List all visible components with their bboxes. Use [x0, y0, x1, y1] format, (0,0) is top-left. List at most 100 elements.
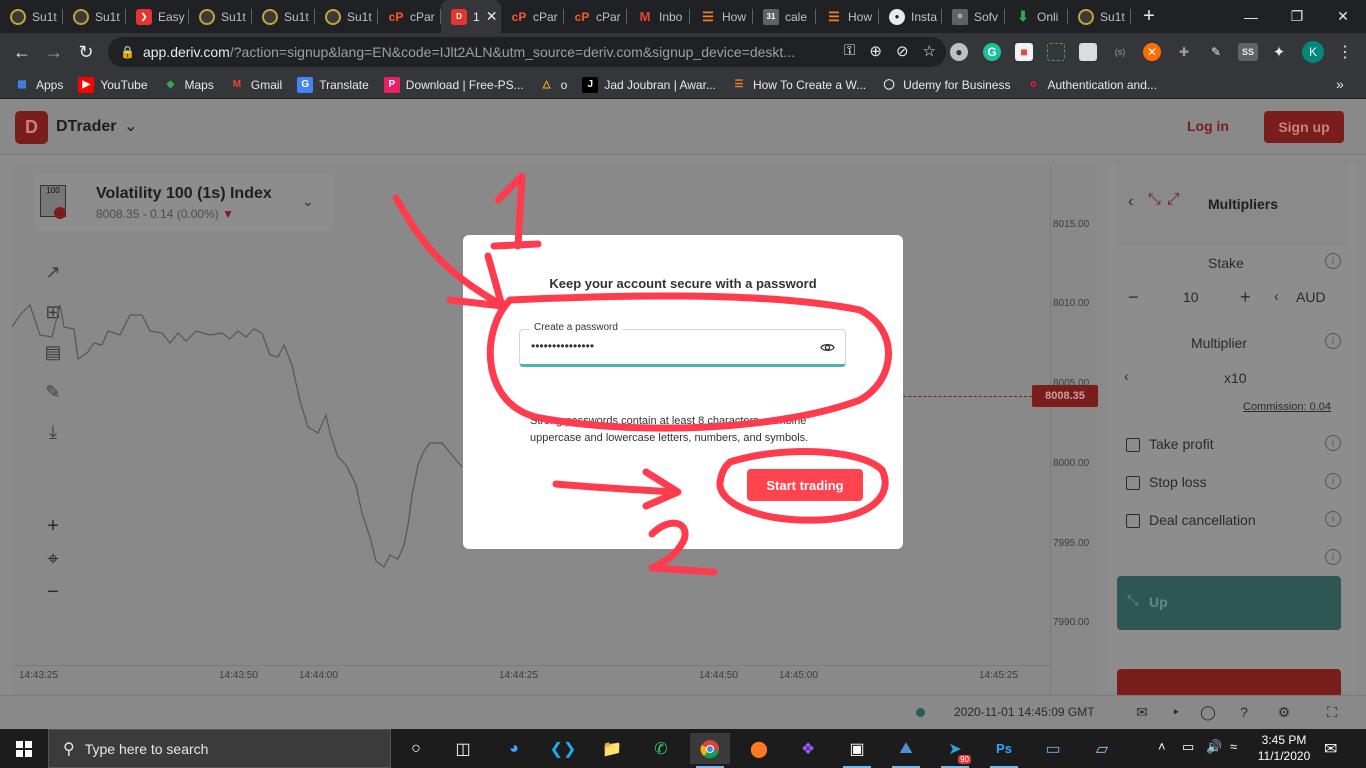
info-icon[interactable]: i [1325, 435, 1341, 451]
browser-tab[interactable]: ❯ Easy [126, 0, 189, 33]
browser-tab[interactable]: Su1t [252, 0, 315, 33]
deal-cancellation-checkbox[interactable] [1126, 514, 1140, 528]
browser-menu-icon[interactable]: ⋮ [1336, 43, 1354, 61]
extension-s-icon[interactable]: (s) [1111, 43, 1129, 61]
bookmarks-overflow-button[interactable]: » [1336, 76, 1344, 92]
multiplier-value[interactable]: x10 [1224, 370, 1247, 386]
browser-tab[interactable]: ☰ How [816, 0, 879, 33]
extension-pen-icon[interactable]: ✎ [1207, 43, 1225, 61]
wifi-icon[interactable]: ≈ [1230, 739, 1237, 754]
bookmark-item[interactable]: P Download | Free-PS... [383, 76, 524, 93]
app-icon[interactable]: ▭ [1033, 733, 1073, 764]
info-icon[interactable]: i [1325, 511, 1341, 527]
stake-increase-button[interactable]: + [1240, 287, 1251, 308]
browser-tab[interactable]: Su1t [1068, 0, 1131, 33]
browser-tab[interactable]: D 1 ✕ [441, 0, 501, 33]
close-tab-icon[interactable]: ✕ [486, 8, 498, 25]
extension-note-icon[interactable]: ■ [1015, 43, 1033, 61]
reload-button[interactable]: ↻ [70, 36, 102, 68]
stake-decrease-button[interactable]: − [1128, 287, 1139, 308]
browser-tab[interactable]: cP cPar [378, 0, 441, 33]
start-trading-button[interactable]: Start trading [747, 469, 863, 501]
cortana-icon[interactable]: ○ [396, 733, 436, 764]
stake-input[interactable]: 10 [1183, 289, 1199, 305]
edge-icon[interactable]: ◕ [494, 733, 534, 764]
show-password-eye-icon[interactable] [820, 340, 835, 355]
show-hidden-icons-icon[interactable]: ˄ [1158, 739, 1166, 754]
browser-tab[interactable]: ● Insta [879, 0, 942, 33]
extension-compass-icon[interactable]: ● [950, 43, 968, 61]
take-profit-checkbox[interactable] [1126, 438, 1140, 452]
deal-cancellation-label[interactable]: Deal cancellation [1149, 512, 1256, 528]
bookmark-item[interactable]: △ o [539, 77, 568, 93]
chevron-left-icon[interactable]: ‹ [1274, 288, 1279, 304]
password-field[interactable]: Create a password ••••••••••••••• [519, 322, 846, 367]
info-icon[interactable]: i [1325, 473, 1341, 489]
bookmark-item[interactable]: ◯ Udemy for Business [881, 77, 1011, 93]
bookmark-item[interactable]: ◆ Maps [163, 77, 214, 93]
app-icon[interactable]: ▱ [1082, 733, 1122, 764]
photoshop-icon[interactable]: Ps [984, 733, 1024, 768]
signup-button[interactable]: Sign up [1264, 111, 1344, 143]
extension-blank-icon[interactable] [1079, 43, 1097, 61]
add-icon[interactable]: ⊕ [869, 42, 882, 60]
bookmark-item[interactable]: ☰ How To Create a W... [731, 77, 866, 93]
close-window-button[interactable]: ✕ [1320, 0, 1366, 33]
browser-tab[interactable]: Su1t [63, 0, 126, 33]
battery-icon[interactable]: ▭ [1182, 739, 1194, 755]
maximize-button[interactable]: ❐ [1274, 0, 1320, 33]
deriv-icon[interactable]: ‣ [1166, 702, 1186, 722]
grammarly-icon[interactable]: G [983, 43, 1001, 61]
buy-up-button[interactable]: Up ⤡ [1117, 576, 1341, 630]
task-view-icon[interactable]: ◫ [443, 733, 483, 764]
browser-tab[interactable]: M Inbo [627, 0, 690, 33]
browser-tab[interactable]: Su1t [189, 0, 252, 33]
browser-tab[interactable]: 31 cale [753, 0, 816, 33]
trade-type-selector[interactable]: ‹ ⤡⤢ Multipliers [1116, 165, 1348, 245]
back-button[interactable]: ← [6, 36, 38, 68]
eye-off-icon[interactable]: ⊘ [896, 42, 909, 60]
browser-tab[interactable]: ☰ How [690, 0, 753, 33]
bookmark-item[interactable]: o Authentication and... [1025, 77, 1156, 93]
browser-tab[interactable]: cP cPar [501, 0, 564, 33]
windows-start-icon[interactable] [0, 729, 48, 768]
platform-name[interactable]: DTrader [56, 118, 116, 136]
key-icon[interactable]: ⚿ [844, 42, 855, 60]
settings-gear-icon[interactable]: ⚙ [1274, 702, 1294, 722]
info-icon[interactable]: i [1325, 549, 1341, 565]
stop-loss-checkbox[interactable] [1126, 476, 1140, 490]
bookmark-item[interactable]: ▦ Apps [14, 77, 63, 93]
password-input[interactable]: ••••••••••••••• [531, 339, 594, 353]
chrome-icon[interactable] [690, 733, 730, 768]
browser-tab[interactable]: = Sofv [942, 0, 1005, 33]
taskbar-search[interactable]: ⚲ Type here to search [48, 729, 391, 768]
new-tab-button[interactable]: + [1131, 0, 1167, 33]
take-profit-label[interactable]: Take profit [1149, 436, 1214, 452]
bookmark-item[interactable]: J Jad Joubran | Awar... [582, 76, 716, 93]
chat-icon[interactable]: ✉ [1132, 702, 1152, 722]
address-bar[interactable]: 🔒 app.deriv.com/?action=signup&lang=EN&c… [108, 37, 946, 67]
profile-avatar[interactable]: K [1302, 41, 1324, 63]
notifications-icon[interactable]: ✉ [1324, 739, 1337, 759]
shield-icon[interactable]: ◯ [1198, 702, 1218, 722]
vscode-icon[interactable]: ❮❯ [543, 733, 583, 764]
minimize-button[interactable]: — [1228, 0, 1274, 33]
bookmark-item[interactable]: G Translate [297, 76, 369, 93]
fullscreen-icon[interactable]: ⛶ [1322, 702, 1342, 722]
login-link[interactable]: Log in [1187, 118, 1229, 134]
browser-tab[interactable]: cP cPar [564, 0, 627, 33]
forward-button[interactable]: → [38, 36, 70, 68]
chevron-down-icon[interactable]: ⌄ [124, 116, 137, 136]
help-icon[interactable]: ? [1234, 702, 1254, 722]
postman-icon[interactable]: ⬤ [739, 733, 779, 764]
figma-icon[interactable]: ❖ [788, 733, 828, 764]
bookmark-star-icon[interactable]: ☆ [923, 42, 936, 60]
deriv-logo-icon[interactable]: D [15, 111, 48, 144]
info-icon[interactable]: i [1325, 333, 1341, 349]
stop-loss-label[interactable]: Stop loss [1149, 474, 1207, 490]
extension-crop-icon[interactable] [1047, 43, 1065, 61]
extension-ss-icon[interactable]: SS [1238, 43, 1258, 61]
telegram-icon[interactable]: ➤ 90 [935, 733, 975, 768]
info-icon[interactable]: i [1325, 253, 1341, 269]
photos-icon[interactable]: ⛰ [886, 733, 926, 768]
